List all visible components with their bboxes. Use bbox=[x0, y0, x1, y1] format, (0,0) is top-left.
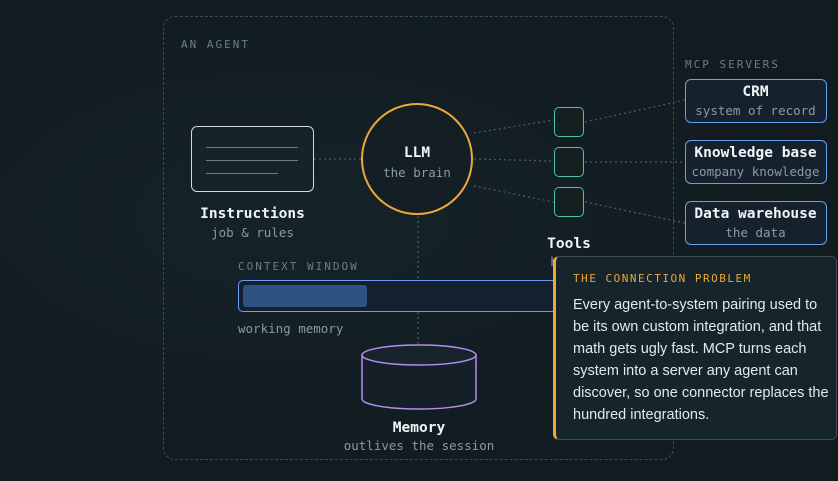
llm-title: LLM bbox=[403, 145, 431, 161]
server-crm: CRM system of record bbox=[685, 79, 827, 123]
connection-problem-callout: THE CONNECTION PROBLEM Every agent-to-sy… bbox=[553, 256, 837, 440]
context-window-label: CONTEXT WINDOW bbox=[238, 260, 359, 273]
server-dw-title: Data warehouse bbox=[694, 206, 817, 222]
server-dw-subtitle: the data bbox=[725, 225, 786, 240]
instructions-document-icon bbox=[191, 126, 314, 192]
server-crm-title: CRM bbox=[742, 84, 769, 100]
memory-title: Memory bbox=[392, 420, 446, 436]
memory-subtitle: outlives the session bbox=[343, 438, 495, 453]
instructions-title: Instructions bbox=[200, 206, 305, 222]
llm-node: LLM the brain bbox=[361, 103, 473, 215]
instructions-subtitle: job & rules bbox=[211, 225, 294, 240]
mcp-servers-label: MCP SERVERS bbox=[685, 58, 780, 71]
llm-subtitle: the brain bbox=[383, 165, 451, 180]
diagram-canvas: AN AGENT Instructions job & rules LLM th… bbox=[0, 0, 838, 481]
server-kb-title: Knowledge base bbox=[694, 145, 817, 161]
server-crm-subtitle: system of record bbox=[695, 103, 816, 118]
callout-body: Every agent-to-system pairing used to be… bbox=[573, 297, 829, 423]
tool-slot-3 bbox=[554, 187, 584, 217]
server-data-warehouse: Data warehouse the data bbox=[685, 201, 827, 245]
agent-label: AN AGENT bbox=[181, 38, 250, 51]
server-knowledge-base: Knowledge base company knowledge bbox=[685, 140, 827, 184]
callout-title: THE CONNECTION PROBLEM bbox=[573, 272, 752, 285]
context-window-fill bbox=[243, 285, 367, 307]
context-window-subtitle: working memory bbox=[238, 321, 344, 336]
tool-slot-2 bbox=[554, 147, 584, 177]
tool-slot-1 bbox=[554, 107, 584, 137]
context-window-bar bbox=[238, 280, 568, 312]
memory-database-icon bbox=[361, 344, 477, 410]
tools-title: Tools bbox=[547, 236, 591, 252]
server-kb-subtitle: company knowledge bbox=[691, 164, 820, 179]
